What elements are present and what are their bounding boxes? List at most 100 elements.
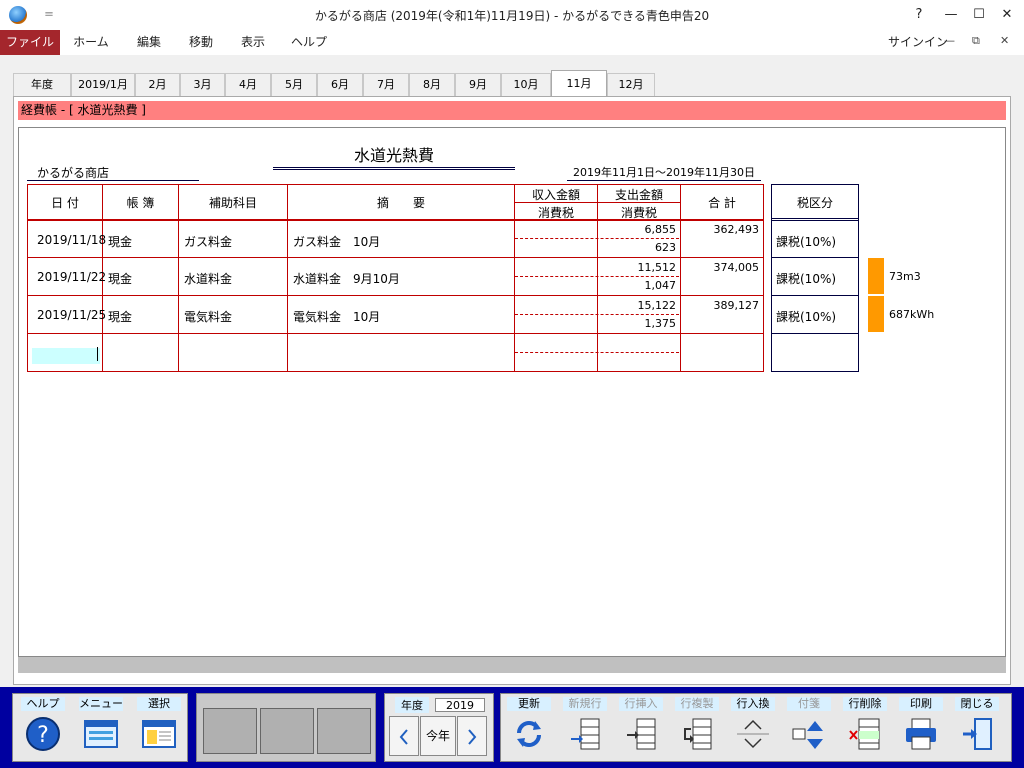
col-book-header: 帳 簿 — [126, 196, 155, 210]
tab-jul[interactable]: 7月 — [363, 73, 409, 96]
sticky-note-marker[interactable] — [868, 296, 884, 332]
new-row-button[interactable]: 新規行 — [559, 697, 611, 759]
menu-home[interactable]: ホーム — [66, 30, 116, 55]
insert-row-button[interactable]: 行挿入 — [615, 697, 667, 759]
tab-apr[interactable]: 4月 — [225, 73, 271, 96]
col-date-header: 日 付 — [51, 196, 79, 210]
row1-expense[interactable]: 6,855 — [600, 223, 677, 236]
row2-tax-class[interactable]: 課税(10%) — [776, 270, 836, 287]
tab-fiscal-year[interactable]: 年度 — [13, 73, 71, 96]
tab-may[interactable]: 5月 — [271, 73, 317, 96]
row2-sub[interactable]: 水道料金 — [184, 270, 232, 287]
menu-help[interactable]: ヘルプ — [284, 30, 334, 55]
tab-jan[interactable]: 2019/1月 — [71, 73, 135, 96]
tab-sep[interactable]: 9月 — [455, 73, 501, 96]
tab-aug[interactable]: 8月 — [409, 73, 455, 96]
close-button[interactable]: 閉じる — [951, 697, 1003, 759]
swap-row-button[interactable]: 行入換 — [727, 697, 779, 759]
update-button[interactable]: 更新 — [503, 697, 555, 759]
row3-sub[interactable]: 電気料金 — [184, 308, 232, 325]
row1-sub[interactable]: ガス料金 — [184, 233, 232, 250]
menu-file[interactable]: ファイル — [0, 30, 60, 55]
this-year-button[interactable]: 今年 — [420, 716, 456, 756]
doc-restore-button[interactable]: ⧉ — [972, 34, 980, 48]
row2-date[interactable]: 2019/11/22 — [37, 270, 106, 284]
help-label: ヘルプ — [21, 697, 65, 711]
help-button[interactable]: ? — [908, 4, 930, 26]
delete-row-icon — [849, 718, 880, 750]
col-total-header: 合 計 — [708, 196, 736, 210]
row3-date[interactable]: 2019/11/25 — [37, 308, 106, 322]
next-year-button[interactable] — [457, 716, 487, 756]
insert-row-icon — [627, 718, 656, 750]
row3-memo: 687kWh — [889, 308, 935, 321]
row1-desc[interactable]: ガス料金 10月 — [293, 233, 380, 250]
row3-desc[interactable]: 電気料金 10月 — [293, 308, 380, 325]
copy-row-button[interactable]: 行複製 — [671, 697, 723, 759]
tab-jun[interactable]: 6月 — [317, 73, 363, 96]
row2-expense-tax[interactable]: 1,047 — [600, 279, 677, 292]
menu-view[interactable]: 表示 — [228, 30, 278, 55]
signin-link[interactable]: サインイン — [888, 33, 948, 50]
row3-expense-tax[interactable]: 1,375 — [600, 317, 677, 330]
select-toolbar-button[interactable]: 選択 — [133, 697, 185, 759]
ledger-header: 経費帳 - [ 水道光熱費 ] — [18, 101, 1006, 120]
status-strip — [18, 657, 1006, 673]
doc-close-button[interactable]: ✕ — [1000, 34, 1009, 47]
help-toolbar-button[interactable]: ヘルプ ? — [17, 697, 69, 759]
row2-memo: 73m3 — [889, 270, 921, 283]
row3-total: 389,127 — [713, 299, 760, 312]
year-label: 年度 — [395, 697, 429, 713]
printer-icon — [906, 718, 936, 750]
select-label: 選択 — [137, 697, 181, 711]
chevron-right-icon — [468, 728, 477, 745]
row3-book[interactable]: 現金 — [108, 308, 132, 325]
delete-row-button[interactable]: 行削除 — [839, 697, 891, 759]
close-label: 閉じる — [955, 697, 999, 711]
title-bar: ＝ かるがる商店 (2019年(令和1年)11月19日) - かるがるできる青色… — [0, 0, 1024, 30]
doc-minimize-button[interactable]: — — [944, 34, 955, 47]
exit-door-icon — [963, 718, 992, 750]
row3-tax-class[interactable]: 課税(10%) — [776, 308, 836, 325]
row2-expense[interactable]: 11,512 — [600, 261, 677, 274]
menu-move[interactable]: 移動 — [176, 30, 226, 55]
maximize-button[interactable]: ☐ — [968, 4, 990, 26]
row1-date[interactable]: 2019/11/18 — [37, 233, 106, 247]
empty-slot-group — [196, 693, 376, 762]
row1-book[interactable]: 現金 — [108, 233, 132, 250]
row1-expense-tax[interactable]: 623 — [600, 241, 676, 254]
tab-nov[interactable]: 11月 — [551, 70, 607, 97]
tab-dec[interactable]: 12月 — [607, 73, 655, 96]
update-label: 更新 — [507, 697, 551, 711]
menu-toolbar-button[interactable]: メニュー — [75, 697, 127, 759]
tab-oct[interactable]: 10月 — [501, 73, 551, 96]
new-date-input[interactable] — [32, 348, 100, 364]
sticky-note-button[interactable]: 付箋 — [783, 697, 835, 759]
refresh-icon — [517, 721, 541, 747]
empty-slot — [317, 708, 371, 754]
close-window-button[interactable]: ✕ — [996, 4, 1018, 26]
new-row-label: 新規行 — [563, 697, 607, 711]
col-expense-tax-header: 消費税 — [620, 206, 657, 220]
sticky-note-marker[interactable] — [868, 258, 884, 294]
row1-total: 362,493 — [713, 223, 760, 236]
row2-total: 374,005 — [713, 261, 760, 274]
delete-row-label: 行削除 — [843, 697, 887, 711]
nav-button-group: ヘルプ ? メニュー 選択 — [12, 693, 188, 762]
minimize-button[interactable]: — — [940, 4, 962, 26]
row3-expense[interactable]: 15,122 — [600, 299, 677, 312]
question-icon: ? — [26, 717, 60, 751]
copy-row-label: 行複製 — [675, 697, 719, 711]
window-title: かるがる商店 (2019年(令和1年)11月19日) - かるがるできる青色申告… — [314, 9, 710, 23]
print-button[interactable]: 印刷 — [895, 697, 947, 759]
tab-feb[interactable]: 2月 — [135, 73, 180, 96]
prev-year-button[interactable] — [389, 716, 419, 756]
row1-tax-class[interactable]: 課税(10%) — [776, 233, 836, 250]
row2-desc[interactable]: 水道料金 9月10月 — [293, 270, 400, 287]
print-label: 印刷 — [899, 697, 943, 711]
ledger-table: 日 付 帳 簿 補助科目 摘 要 収入金額 消費税 支出金額 消費税 合 計 2… — [27, 184, 764, 372]
tab-mar[interactable]: 3月 — [180, 73, 225, 96]
ledger-sheet: 水道光熱費 かるがる商店 2019年11月1日～2019年11月30日 日 付 … — [18, 127, 1006, 657]
row2-book[interactable]: 現金 — [108, 270, 132, 287]
menu-edit[interactable]: 編集 — [124, 30, 174, 55]
